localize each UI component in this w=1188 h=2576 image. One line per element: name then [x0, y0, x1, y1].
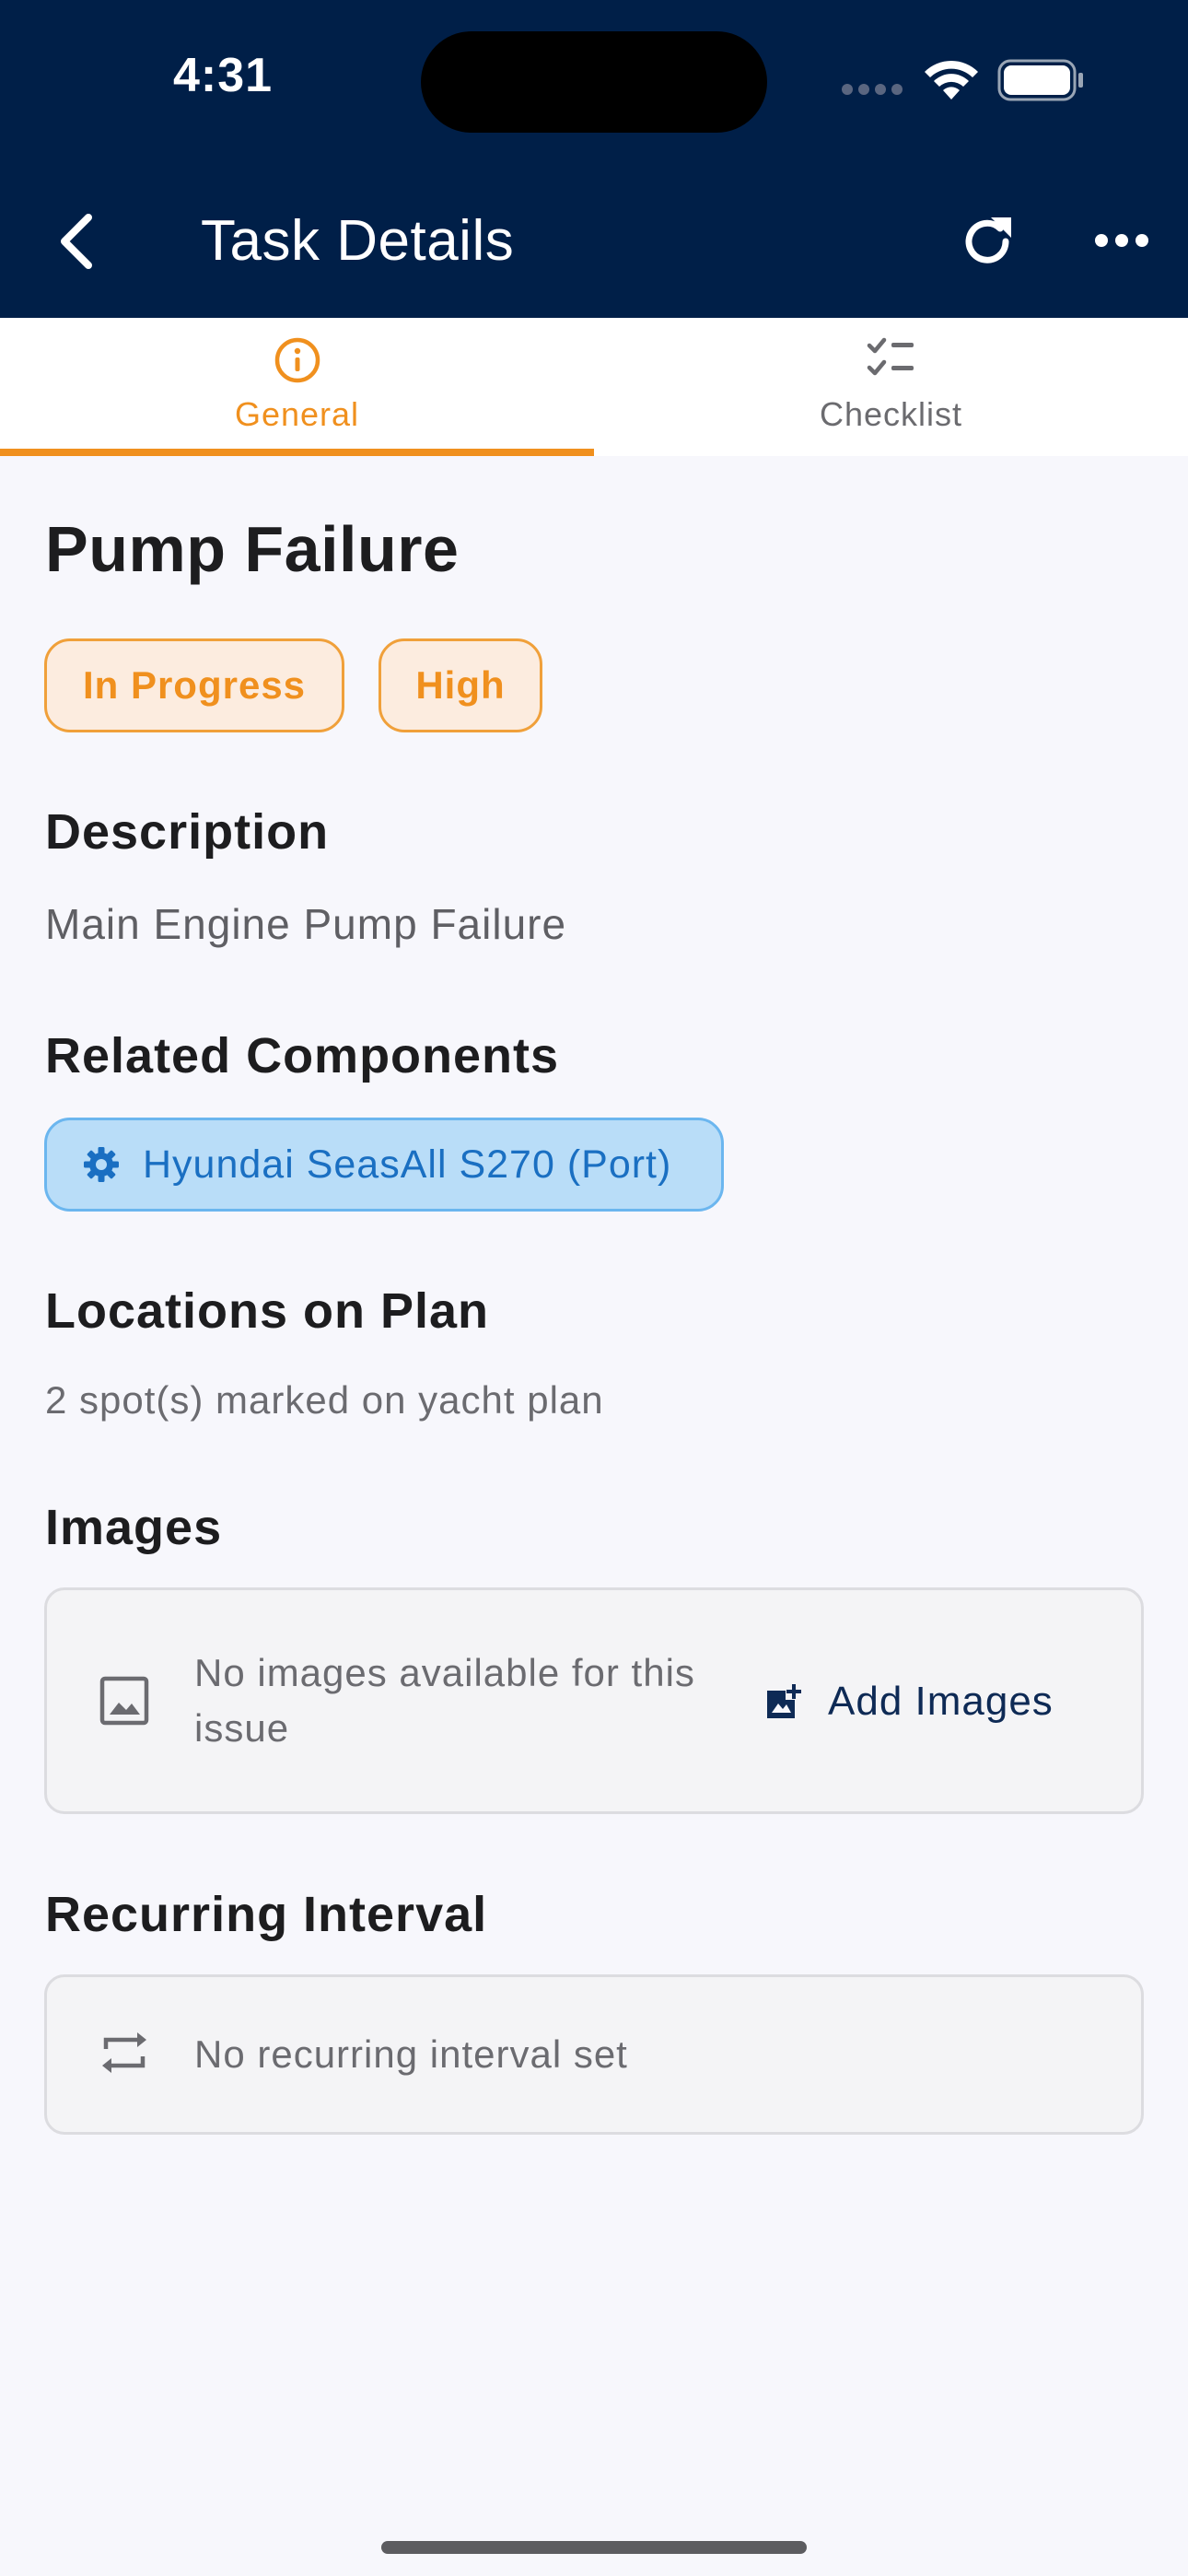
tab-general[interactable]: General	[0, 318, 594, 456]
tab-label: Checklist	[819, 395, 963, 433]
wifi-icon	[921, 57, 982, 108]
description-text: Main Engine Pump Failure	[45, 900, 567, 948]
locations-text: 2 spot(s) marked on yacht plan	[45, 1378, 604, 1422]
dynamic-island	[421, 31, 767, 133]
more-horizontal-icon	[1095, 234, 1148, 247]
refresh-button[interactable]	[958, 205, 1020, 278]
repeat-icon	[99, 2025, 150, 2085]
tab-selected-indicator	[0, 449, 594, 456]
component-chip-label: Hyundai SeasAll S270 (Port)	[143, 1142, 672, 1187]
tab-bar: General Checklist	[0, 318, 1188, 456]
info-circle-icon	[272, 334, 323, 391]
image-icon	[99, 1675, 150, 1731]
status-badge: In Progress	[44, 638, 344, 732]
status-time: 4:31	[173, 49, 274, 102]
images-empty-text: No images available for this issue	[194, 1651, 695, 1750]
priority-badge: High	[379, 638, 542, 732]
add-images-label: Add Images	[828, 1679, 1054, 1724]
images-heading: Images	[45, 1500, 223, 1555]
tab-label: General	[234, 395, 360, 433]
recurring-text: No recurring interval set	[194, 2032, 628, 2076]
more-options-button[interactable]	[1092, 217, 1151, 263]
locations-heading: Locations on Plan	[45, 1283, 490, 1339]
home-indicator	[381, 2541, 807, 2554]
description-heading: Description	[45, 804, 330, 860]
component-chip[interactable]: Hyundai SeasAll S270 (Port)	[44, 1118, 724, 1212]
battery-icon	[997, 59, 1086, 106]
recurring-card: No recurring interval set	[44, 1974, 1144, 2135]
app-header: 4:31 Task Details	[0, 0, 1188, 318]
tab-checklist[interactable]: Checklist	[594, 318, 1188, 456]
page-title: Task Details	[201, 209, 515, 273]
add-photo-icon	[765, 1683, 802, 1720]
chevron-left-icon	[61, 214, 92, 269]
checklist-icon	[866, 334, 917, 385]
refresh-icon	[965, 217, 1011, 263]
related-components-heading: Related Components	[45, 1028, 560, 1083]
task-title: Pump Failure	[45, 513, 460, 585]
cellular-signal-icon	[842, 83, 908, 100]
images-card: No images available for this issue Add I…	[44, 1587, 1144, 1814]
back-button[interactable]	[48, 205, 103, 278]
add-images-button[interactable]: Add Images	[765, 1671, 1054, 1732]
gear-icon	[82, 1145, 121, 1184]
recurring-heading: Recurring Interval	[45, 1887, 488, 1942]
